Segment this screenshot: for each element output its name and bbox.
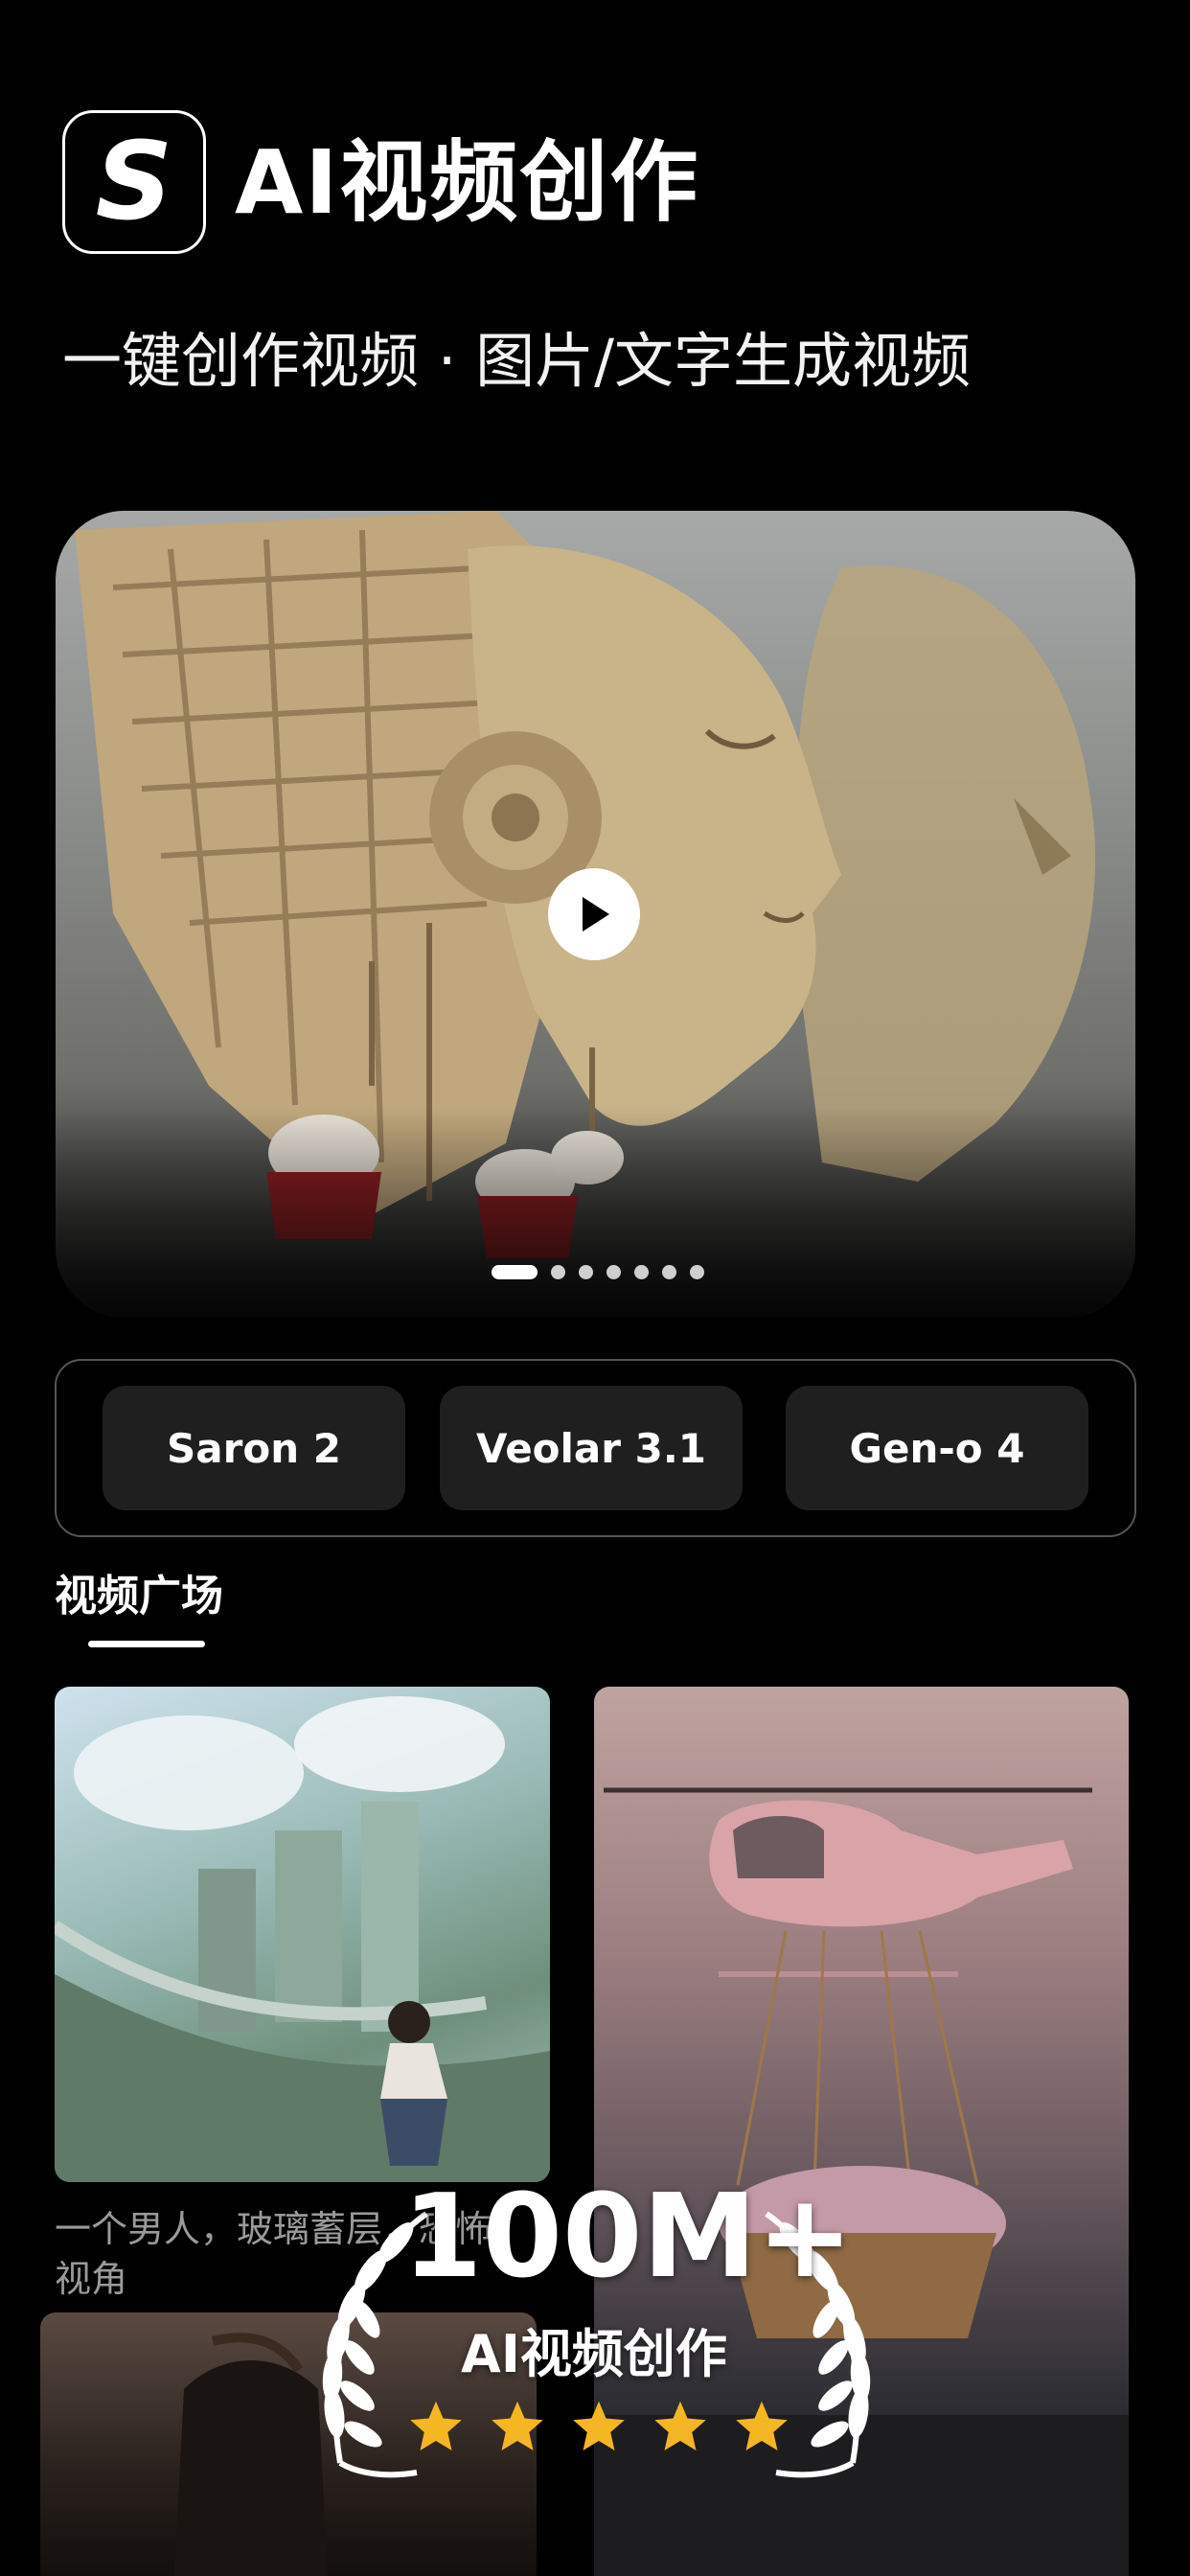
app-subtitle: 一键创作视频 · 图片/文字生成视频: [62, 326, 972, 396]
hero-bottom-fade: [56, 1107, 1135, 1318]
carousel-dot[interactable]: [579, 1265, 593, 1279]
play-button[interactable]: [548, 868, 640, 960]
star-icon: [492, 2401, 543, 2450]
tab-underline: [88, 1641, 205, 1647]
model-button-gen-o-4[interactable]: Gen-o 4: [786, 1386, 1088, 1510]
video-thumbnail-city: [55, 1696, 550, 2182]
carousel-dot[interactable]: [662, 1265, 676, 1279]
carousel-dot[interactable]: [551, 1265, 565, 1279]
star-icon: [736, 2401, 788, 2450]
app-logo: S: [62, 110, 206, 254]
carousel-dot[interactable]: [606, 1265, 621, 1279]
star-icon: [654, 2401, 706, 2450]
star-icon: [573, 2401, 625, 2450]
video-card-1[interactable]: [55, 1687, 550, 2182]
carousel-dot[interactable]: [634, 1265, 649, 1279]
app-title: AI视频创作: [235, 131, 700, 234]
badge-label: AI视频创作: [461, 2324, 727, 2384]
badge-count: 100M+: [402, 2171, 854, 2304]
carousel-dot-active[interactable]: [492, 1265, 538, 1279]
model-button-veolar-3-1[interactable]: Veolar 3.1: [440, 1386, 743, 1510]
model-button-saron-2[interactable]: Saron 2: [103, 1386, 405, 1510]
carousel-indicator: [492, 1265, 704, 1279]
plaza-tab-title[interactable]: 视频广场: [55, 1572, 223, 1622]
carousel-dot[interactable]: [690, 1265, 704, 1279]
play-icon: [583, 897, 609, 932]
rating-stars: [407, 2398, 790, 2455]
logo-letter: S: [95, 120, 173, 244]
star-icon: [410, 2401, 462, 2450]
